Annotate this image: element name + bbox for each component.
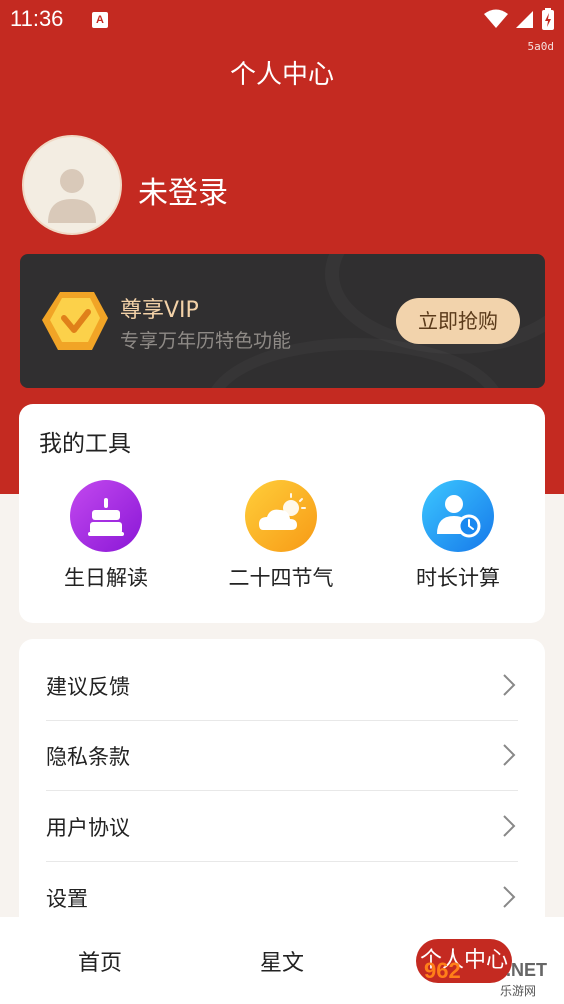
nav-star-text[interactable]: 星文	[260, 945, 304, 977]
status-bar: 11:36 A 5a0d	[0, 0, 564, 53]
watermark-logo: 962	[424, 958, 461, 983]
watermark-sub: 乐游网	[500, 984, 537, 998]
cloud-sun-icon	[245, 480, 317, 552]
tool-solar-terms[interactable]: 二十四节气	[206, 480, 356, 592]
battery-icon	[542, 8, 554, 30]
default-avatar-icon	[48, 169, 96, 223]
chevron-right-icon	[503, 886, 516, 908]
chevron-right-icon	[503, 815, 516, 837]
signal-icon	[516, 11, 533, 28]
wifi-icon	[484, 9, 508, 28]
settings-list: 建议反馈 隐私条款 用户协议 设置	[19, 639, 545, 939]
list-item-label: 用户协议	[46, 816, 130, 840]
vip-badge-icon	[42, 292, 108, 350]
watermark-net: .NET	[506, 960, 548, 980]
debug-label: 5a0d	[527, 40, 555, 53]
nav-home[interactable]: 首页	[78, 945, 122, 977]
list-item-label: 隐私条款	[46, 745, 130, 769]
list-item-privacy[interactable]: 隐私条款	[46, 721, 518, 791]
vip-subtitle: 专享万年历特色功能	[120, 330, 292, 352]
tool-duration-calc[interactable]: 时长计算	[383, 480, 533, 592]
notification-a-icon: A	[92, 12, 108, 28]
status-time: 11:36	[10, 6, 64, 31]
tool-label: 时长计算	[416, 566, 500, 590]
chevron-right-icon	[503, 674, 516, 696]
tool-label: 生日解读	[64, 566, 148, 590]
avatar[interactable]	[22, 135, 122, 235]
buy-now-button[interactable]: 立即抢购	[396, 298, 520, 344]
login-status-text[interactable]: 未登录	[138, 168, 228, 212]
user-clock-icon	[422, 480, 494, 552]
list-item-user-agreement[interactable]: 用户协议	[46, 792, 518, 862]
list-item-label: 设置	[46, 887, 88, 911]
page-title: 个人中心	[229, 60, 334, 90]
tool-birthday[interactable]: 生日解读	[31, 480, 181, 592]
watermark: 962 .NET 乐游网	[424, 952, 558, 1000]
status-icons	[484, 8, 554, 30]
tools-card: 我的工具 生日解读 二十四节气 时长计算	[19, 404, 545, 623]
vip-title: 尊享VIP	[120, 298, 199, 323]
list-item-feedback[interactable]: 建议反馈	[46, 651, 518, 721]
tool-label: 二十四节气	[228, 566, 334, 590]
tools-title: 我的工具	[39, 431, 131, 457]
vip-card[interactable]: 尊享VIP 专享万年历特色功能 立即抢购	[20, 254, 545, 388]
list-item-label: 建议反馈	[46, 675, 130, 699]
birthday-cake-icon	[70, 480, 142, 552]
chevron-right-icon	[503, 744, 516, 766]
